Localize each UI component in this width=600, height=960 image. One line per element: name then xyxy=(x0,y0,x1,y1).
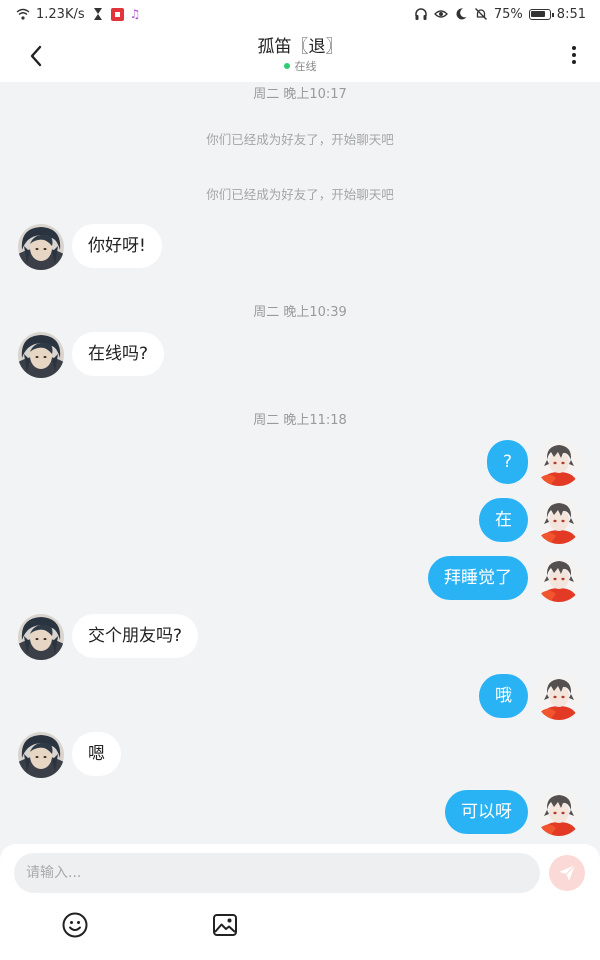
message-bubble[interactable]: 拜睡觉了 xyxy=(428,556,528,600)
more-dot xyxy=(572,60,576,64)
message-composer xyxy=(0,844,600,960)
my-avatar[interactable] xyxy=(536,556,582,602)
timestamp: 周二 晚上10:17 xyxy=(253,87,347,102)
message-bubble[interactable]: 交个朋友吗? xyxy=(72,614,199,658)
message-bubble[interactable]: 嗯 xyxy=(72,732,121,776)
message-bubble[interactable]: 在线吗? xyxy=(72,332,165,376)
battery-icon xyxy=(528,8,554,20)
moon-icon xyxy=(454,7,468,21)
wifi-icon xyxy=(16,7,30,21)
contact-info: 孤笛〖退〗 在线 xyxy=(258,37,343,74)
hourglass-icon xyxy=(91,7,105,21)
message-row-incoming: 嗯 xyxy=(0,732,600,778)
message-row-outgoing: 在 xyxy=(0,498,600,544)
send-button[interactable] xyxy=(549,855,585,891)
timestamp: 周二 晚上10:39 xyxy=(253,305,347,320)
more-dot xyxy=(572,53,576,57)
message-bubble[interactable]: 在 xyxy=(479,498,528,542)
more-options-button[interactable] xyxy=(564,40,584,70)
online-status-label: 在线 xyxy=(294,59,317,73)
mute-bell-icon xyxy=(474,7,488,21)
message-row-outgoing: 拜睡觉了 xyxy=(0,556,600,602)
back-button[interactable] xyxy=(22,42,50,70)
network-speed: 1.23K/s xyxy=(36,6,85,22)
message-row-incoming: 交个朋友吗? xyxy=(0,614,600,660)
message-bubble[interactable]: 可以呀 xyxy=(445,790,528,834)
online-dot-icon xyxy=(283,62,290,69)
chat-header: 孤笛〖退〗 在线 xyxy=(0,28,600,82)
headphones-icon xyxy=(414,7,428,21)
clock: 8:51 xyxy=(556,6,586,22)
timestamp: 周二 晚上11:18 xyxy=(253,413,347,428)
message-row-outgoing: 可以呀 xyxy=(0,790,600,836)
message-row-outgoing: ? xyxy=(0,440,600,486)
music-icon: ♫ xyxy=(129,7,141,21)
message-bubble[interactable]: 你好呀! xyxy=(72,224,162,268)
image-icon xyxy=(213,914,237,936)
contact-name: 孤笛〖退〗 xyxy=(257,36,343,57)
status-bar: 1.23K/s ♫ 75% 8:51 xyxy=(0,0,600,28)
chat-messages[interactable]: 周二 晚上10:17 你们已经成为好友了，开始聊天吧 你们已经成为好友了，开始聊… xyxy=(0,82,600,844)
my-avatar[interactable] xyxy=(536,790,582,836)
message-bubble[interactable]: 哦 xyxy=(479,674,528,718)
message-row-incoming: 在线吗? xyxy=(0,332,600,378)
online-status: 在线 xyxy=(258,58,343,74)
app-notification-icon xyxy=(110,7,124,21)
message-input[interactable] xyxy=(14,853,540,893)
image-button[interactable] xyxy=(210,910,240,940)
chevron-left-icon xyxy=(30,45,42,67)
system-message: 你们已经成为好友了，开始聊天吧 xyxy=(206,187,394,202)
contact-avatar[interactable] xyxy=(18,614,64,660)
contact-avatar[interactable] xyxy=(18,332,64,378)
my-avatar[interactable] xyxy=(536,440,582,486)
system-message: 你们已经成为好友了，开始聊天吧 xyxy=(206,132,394,147)
battery-level: 75% xyxy=(493,6,523,22)
emoji-button[interactable] xyxy=(60,910,90,940)
message-row-incoming: 你好呀! xyxy=(0,224,600,270)
more-dot xyxy=(572,46,576,50)
my-avatar[interactable] xyxy=(536,674,582,720)
message-row-outgoing: 哦 xyxy=(0,674,600,720)
send-icon xyxy=(559,864,576,881)
eye-icon xyxy=(433,7,448,21)
contact-avatar[interactable] xyxy=(18,732,64,778)
contact-avatar[interactable] xyxy=(18,224,64,270)
message-bubble[interactable]: ? xyxy=(486,440,528,484)
my-avatar[interactable] xyxy=(536,498,582,544)
smiley-icon xyxy=(62,912,88,938)
